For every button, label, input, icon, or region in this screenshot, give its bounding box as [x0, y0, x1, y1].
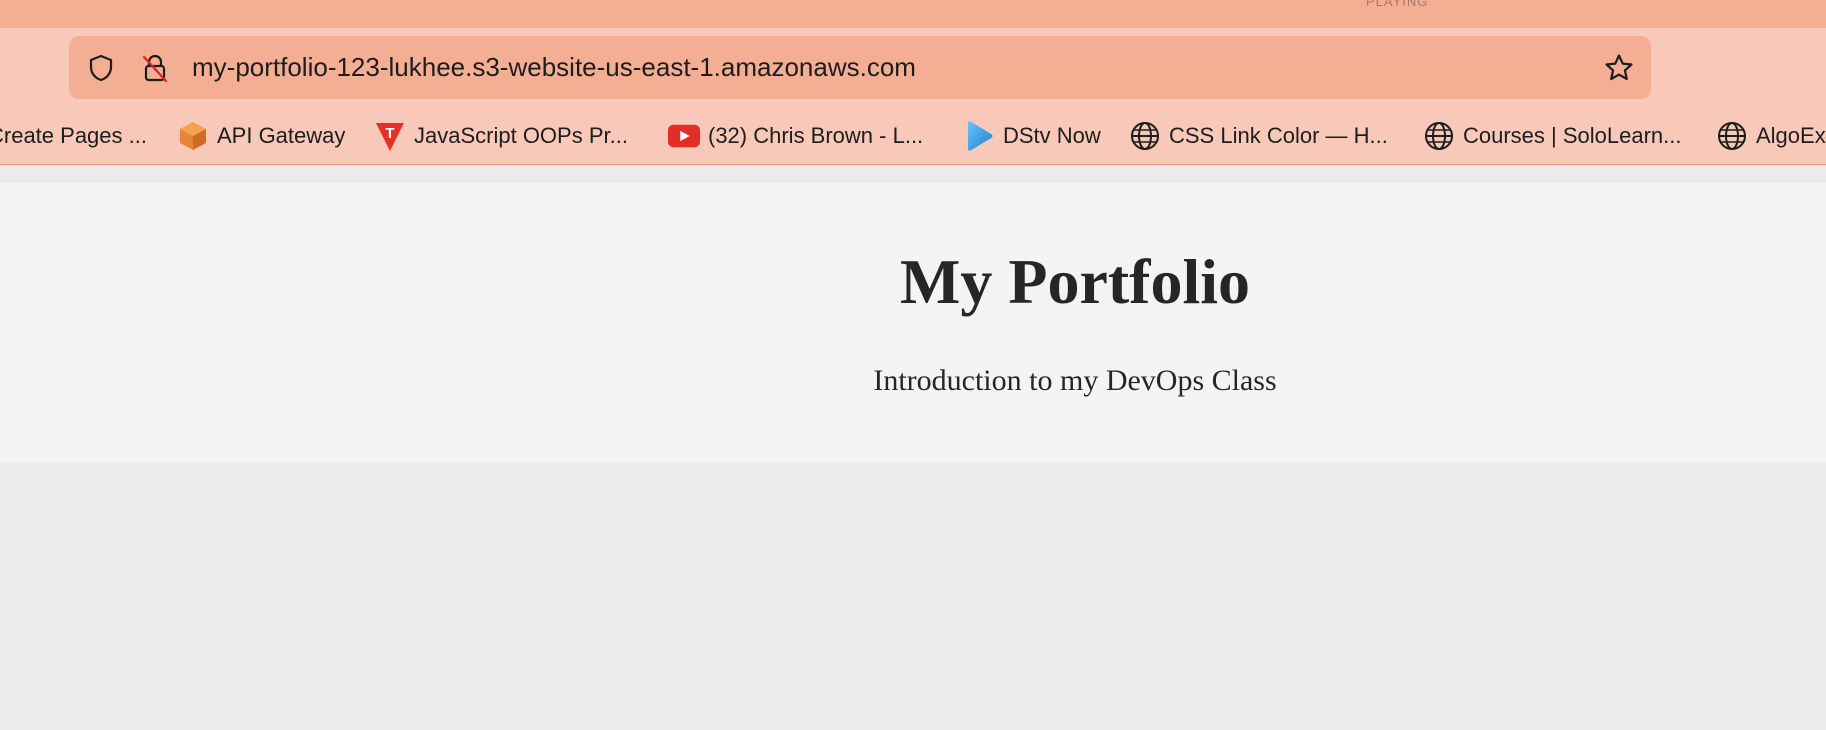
bookmark-star-icon[interactable]	[1601, 36, 1637, 99]
bookmark-label: AlgoEx	[1756, 123, 1826, 148]
tab-playing-indicator: PLAYING	[1366, 0, 1429, 9]
globe-icon	[1423, 120, 1455, 152]
bookmark-javascript-oops[interactable]: T JavaScript OOPs Pr...	[374, 108, 628, 164]
bookmark-api-gateway[interactable]: API Gateway	[177, 108, 345, 164]
bookmark-label: Courses | SoloLearn...	[1463, 123, 1682, 148]
bookmark-label: JavaScript OOPs Pr...	[414, 123, 628, 148]
globe-icon	[1129, 120, 1161, 152]
url-text[interactable]: my-portfolio-123-lukhee.s3-website-us-ea…	[192, 36, 916, 99]
youtube-icon	[668, 120, 700, 152]
bookmark-css-link-color[interactable]: CSS Link Color — H...	[1129, 108, 1388, 164]
bookmark-dstv-now[interactable]: DStv Now	[963, 108, 1101, 164]
bookmark-label: (32) Chris Brown - L...	[708, 123, 924, 148]
play-icon	[963, 120, 995, 152]
insecure-lock-icon[interactable]	[137, 36, 173, 99]
bookmark-algoexpert[interactable]: AlgoEx	[1716, 108, 1826, 164]
shield-icon[interactable]	[83, 36, 119, 99]
tab-strip: PLAYING	[0, 0, 1826, 28]
bookmark-label: DStv Now	[1003, 123, 1101, 148]
page-subtitle: Introduction to my DevOps Class	[873, 364, 1277, 397]
page-title: My Portfolio	[899, 246, 1251, 317]
bookmark-label: Create Pages ...	[0, 123, 147, 148]
globe-icon	[1716, 120, 1748, 152]
bookmarks-bar: Create Pages ... API Gateway T JavaScrip…	[0, 108, 1826, 164]
bookmark-chris-brown[interactable]: (32) Chris Brown - L...	[668, 108, 923, 164]
browser-toolbar: my-portfolio-123-lukhee.s3-website-us-ea…	[0, 28, 1826, 165]
bookmark-create-pages[interactable]: Create Pages ...	[0, 108, 147, 164]
hero-section: My Portfolio Introduction to my DevOps C…	[0, 183, 1826, 462]
api-gateway-cube-icon	[177, 120, 209, 152]
bookmark-sololearn[interactable]: Courses | SoloLearn...	[1423, 108, 1682, 164]
t-logo-icon: T	[374, 120, 406, 152]
address-bar[interactable]: my-portfolio-123-lukhee.s3-website-us-ea…	[69, 36, 1651, 99]
bookmark-label: CSS Link Color — H...	[1169, 123, 1388, 148]
bookmark-label: API Gateway	[217, 123, 346, 148]
svg-text:T: T	[385, 125, 394, 142]
